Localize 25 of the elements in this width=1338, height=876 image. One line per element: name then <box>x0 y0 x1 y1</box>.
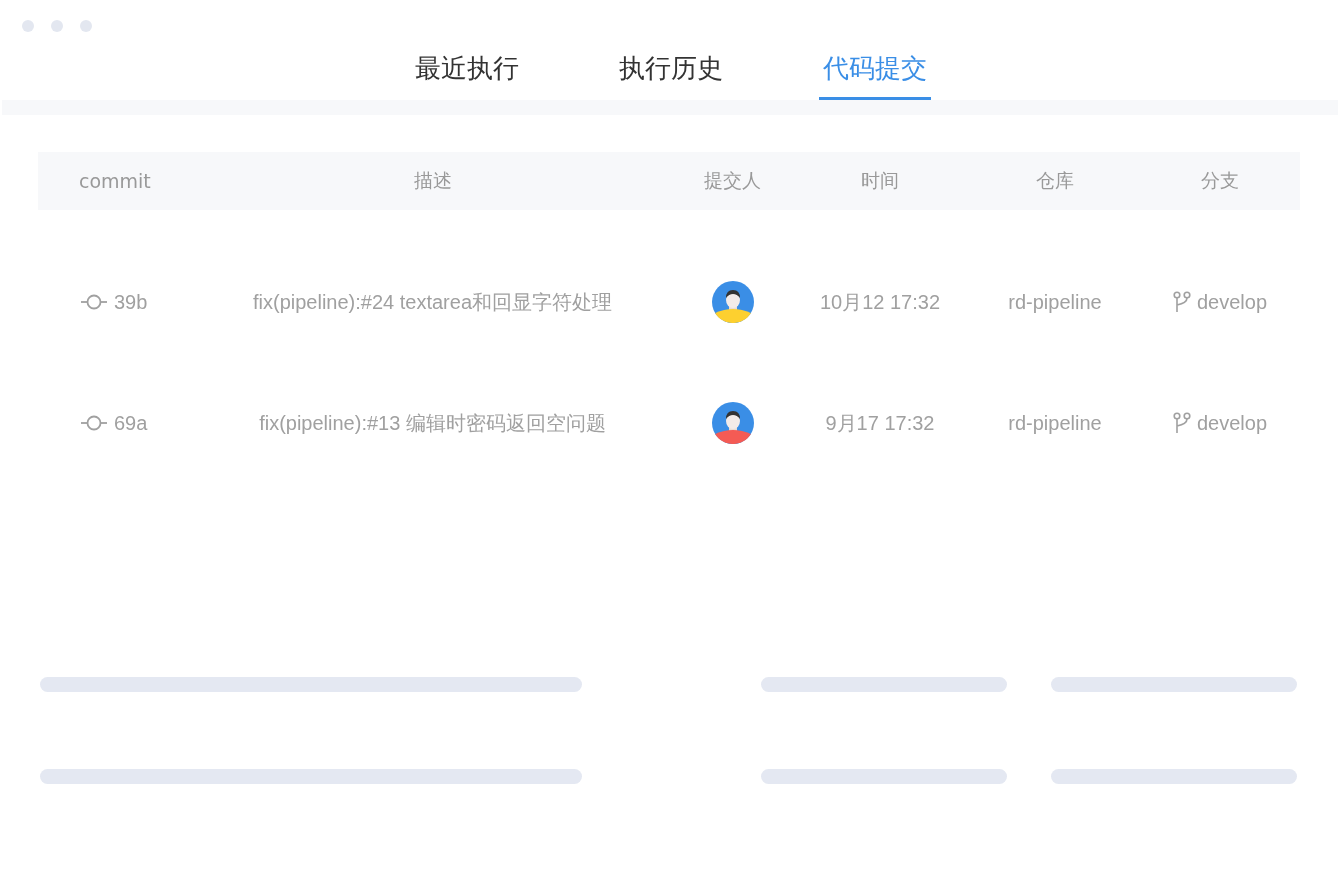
column-header: commit <box>78 169 152 192</box>
column-header: 时间 <box>860 167 900 193</box>
window-control-icon[interactable] <box>51 20 63 32</box>
column-header: 分支 <box>1200 167 1240 193</box>
window-control-icon[interactable] <box>22 20 34 32</box>
window-control-icon[interactable] <box>80 20 92 32</box>
commit-icon <box>80 415 108 432</box>
column-header: 仓库 <box>1035 167 1075 193</box>
commit-time: 9月17 17:32 <box>825 410 935 436</box>
column-header: 提交人 <box>703 167 762 193</box>
branch-name: develop <box>1196 411 1268 435</box>
tab[interactable]: 执行历史 <box>615 46 727 100</box>
branch-icon <box>1172 291 1191 314</box>
branch-name: develop <box>1196 290 1268 314</box>
commit-hash[interactable]: 39b <box>114 290 148 314</box>
tab[interactable]: 最近执行 <box>411 46 523 100</box>
commit-hash[interactable]: 69a <box>114 411 148 435</box>
branch-icon <box>1172 412 1191 435</box>
commit-description: fix(pipeline):#13 编辑时密码返回空问题 <box>259 410 606 436</box>
column-header: 描述 <box>412 167 453 193</box>
repository-name: rd-pipeline <box>1008 290 1102 314</box>
commit-icon <box>80 294 108 311</box>
repository-name: rd-pipeline <box>1008 411 1102 435</box>
commit-time: 10月12 17:32 <box>819 289 941 315</box>
commit-description: fix(pipeline):#24 textarea和回显字符处理 <box>253 289 612 315</box>
